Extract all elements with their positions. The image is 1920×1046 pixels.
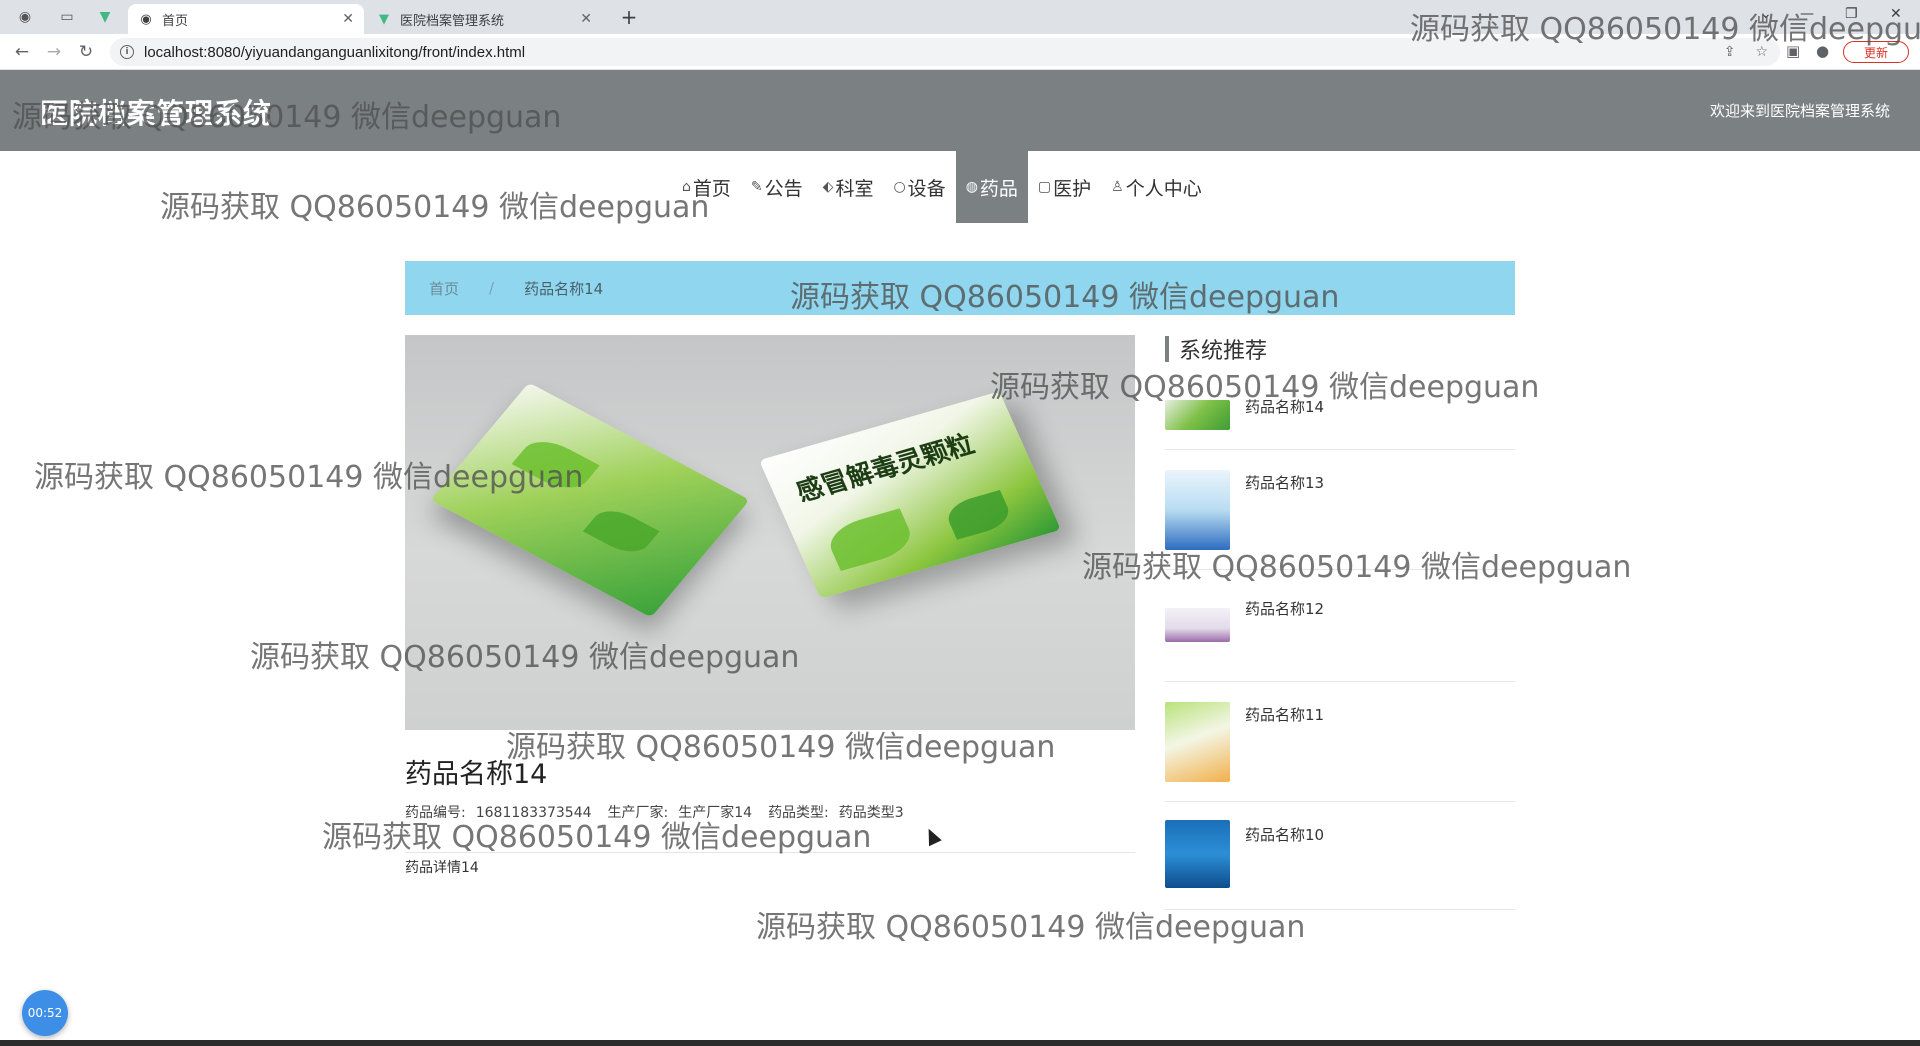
medicine-box-right: 感冒解毒灵颗粒 [759,391,1061,599]
recommend-item[interactable]: 药品名称12 [1165,570,1515,682]
url-text: localhost:8080/yiyuandanganguanlixitong/… [144,43,526,61]
watermark: 源码获取 QQ86050149 微信deepguan [160,190,710,225]
restore-icon[interactable]: ❐ [1845,6,1858,22]
product-meta: 药品编号: 1681183373544 生产厂家: 生产厂家14 药品类型: 药品类型… [405,802,904,822]
reload-icon[interactable]: ↻ [74,40,98,64]
recommend-thumbnail[interactable] [1165,470,1230,550]
tab-home[interactable]: ◉ 首页 ✕ [128,4,364,34]
user-icon: ♙ [1111,179,1124,195]
menu-item-equipment[interactable]: ○ 设备 [883,151,955,223]
profile-icon[interactable]: ● [1816,42,1829,60]
medicine-box-left [430,382,750,618]
close-icon[interactable]: ✕ [580,11,592,27]
product-image: 感冒解毒灵颗粒 [405,335,1135,730]
box-label: 感冒解毒灵颗粒 [791,429,979,508]
back-icon[interactable]: ← [10,40,34,64]
globe-icon: ◉ [140,11,152,27]
chevron-down-icon[interactable]: ⌄ [1760,6,1772,22]
menu-label: 科室 [835,177,874,200]
product-code: 药品编号: 1681183373544 [405,802,592,822]
forward-icon[interactable]: → [42,40,66,64]
product-maker-value: 生产厂家14 [678,805,753,821]
recording-timer[interactable]: 00:52 [22,990,68,1036]
recommend-title: 系统推荐 [1165,336,1267,364]
info-icon[interactable]: i [120,45,134,59]
menu-label: 医护 [1053,177,1092,200]
recommend-item-name[interactable]: 药品名称10 [1245,824,1324,845]
recommend-item-name[interactable]: 药品名称13 [1245,472,1324,493]
menu-item-notice[interactable]: ✎ 公告 [741,151,813,223]
product-title: 药品名称14 [405,759,548,790]
breadcrumb-home-link[interactable]: 首页 [429,278,459,299]
pinned-tab-globe-icon[interactable]: ◉ [10,5,40,29]
palette-icon: ✎ [750,179,763,195]
new-tab-button[interactable]: + [616,5,642,29]
mouse-cursor [922,825,942,847]
recommend-item[interactable]: 药品名称13 [1165,450,1515,570]
recommend-item-name[interactable]: 药品名称14 [1245,396,1324,417]
product-maker: 生产厂家: 生产厂家14 [608,802,753,822]
circle-icon: ○ [893,179,906,195]
recommend-item-name[interactable]: 药品名称11 [1245,704,1324,725]
product-code-value: 1681183373544 [475,805,592,821]
menu-item-home[interactable]: ⌂ 首页 [672,151,741,223]
site-title: 医院档案管理系统 [40,97,273,130]
pinned-tab-blank-icon[interactable]: ▭ [52,5,82,29]
product-type: 药品类型: 药品类型3 [768,802,904,822]
recommend-item[interactable]: 药品名称11 [1165,682,1515,802]
close-icon[interactable]: ✕ [342,11,354,27]
tab-hospital-system[interactable]: ▼ 医院档案管理系统 ✕ [366,4,602,34]
product-detail: 药品详情14 [405,860,479,876]
tab-title: 医院档案管理系统 [400,13,505,29]
sidebar-icon[interactable]: ▣ [1786,42,1800,60]
recommend-item[interactable]: 药品名称10 [1165,802,1515,910]
breadcrumb: 首页 / 药品名称14 [405,261,1515,315]
browser-tab-strip: ◉ ▭ ▼ ◉ 首页 ✕ ▼ 医院档案管理系统 ✕ + ⌄ — ❐ ✕ [0,0,1920,34]
product-code-label: 药品编号: [405,805,466,821]
product-maker-label: 生产厂家: [607,805,669,821]
recommend-thumbnail[interactable] [1165,608,1230,642]
menu-item-department[interactable]: ⬖ 科室 [813,151,884,223]
menu-item-medical-staff[interactable]: ▢ 医护 [1028,151,1101,223]
menu-item-medicine[interactable]: ◍ 药品 [955,151,1028,223]
home-icon: ⌂ [682,179,691,195]
tab-title: 首页 [162,13,189,29]
recommend-item-name[interactable]: 药品名称12 [1245,598,1324,619]
product-type-label: 药品类型: [768,805,829,821]
menu-label: 公告 [764,177,803,200]
recommend-item[interactable]: 药品名称14 [1165,374,1515,450]
menu-label: 设备 [907,177,946,200]
tag-icon: ⬖ [822,179,834,195]
main-menu: ⌂ 首页 ✎ 公告 ⬖ 科室 ○ 设备 ◍ 药品 ▢ 医护 ♙ 个人中心 [672,151,1212,223]
pinned-tab-vue-icon[interactable]: ▼ [90,5,120,29]
share-icon[interactable]: ⇪ [1724,44,1736,60]
recommend-thumbnail[interactable] [1165,702,1230,782]
vue-icon: ▼ [379,11,389,27]
breadcrumb-current: 药品名称14 [524,279,604,298]
minimize-icon[interactable]: — [1800,6,1814,22]
breadcrumb-separator: / [489,279,495,297]
star-icon[interactable]: ☆ [1755,44,1768,60]
address-bar[interactable]: i localhost:8080/yiyuandanganguanlixiton… [110,38,1780,66]
menu-label: 药品 [979,177,1018,200]
divider [405,852,1135,853]
close-window-icon[interactable]: ✕ [1890,6,1902,22]
clipboard-icon: ▢ [1037,179,1052,195]
menu-item-personal-center[interactable]: ♙ 个人中心 [1101,151,1212,223]
browser-toolbar: ← → ↻ i localhost:8080/yiyuandanganguanl… [0,34,1920,70]
globe-icon: ◍ [965,179,978,195]
product-type-value: 药品类型3 [838,805,904,821]
update-button[interactable]: 更新 [1843,41,1909,63]
menu-label: 首页 [692,177,731,200]
welcome-text: 欢迎来到医院档案管理系统 [1709,102,1890,120]
site-header: 医院档案管理系统 欢迎来到医院档案管理系统 [0,70,1920,151]
recommend-thumbnail[interactable] [1165,400,1230,430]
recommend-thumbnail[interactable] [1165,820,1230,888]
taskbar-strip [0,1040,1920,1046]
menu-label: 个人中心 [1125,177,1202,200]
